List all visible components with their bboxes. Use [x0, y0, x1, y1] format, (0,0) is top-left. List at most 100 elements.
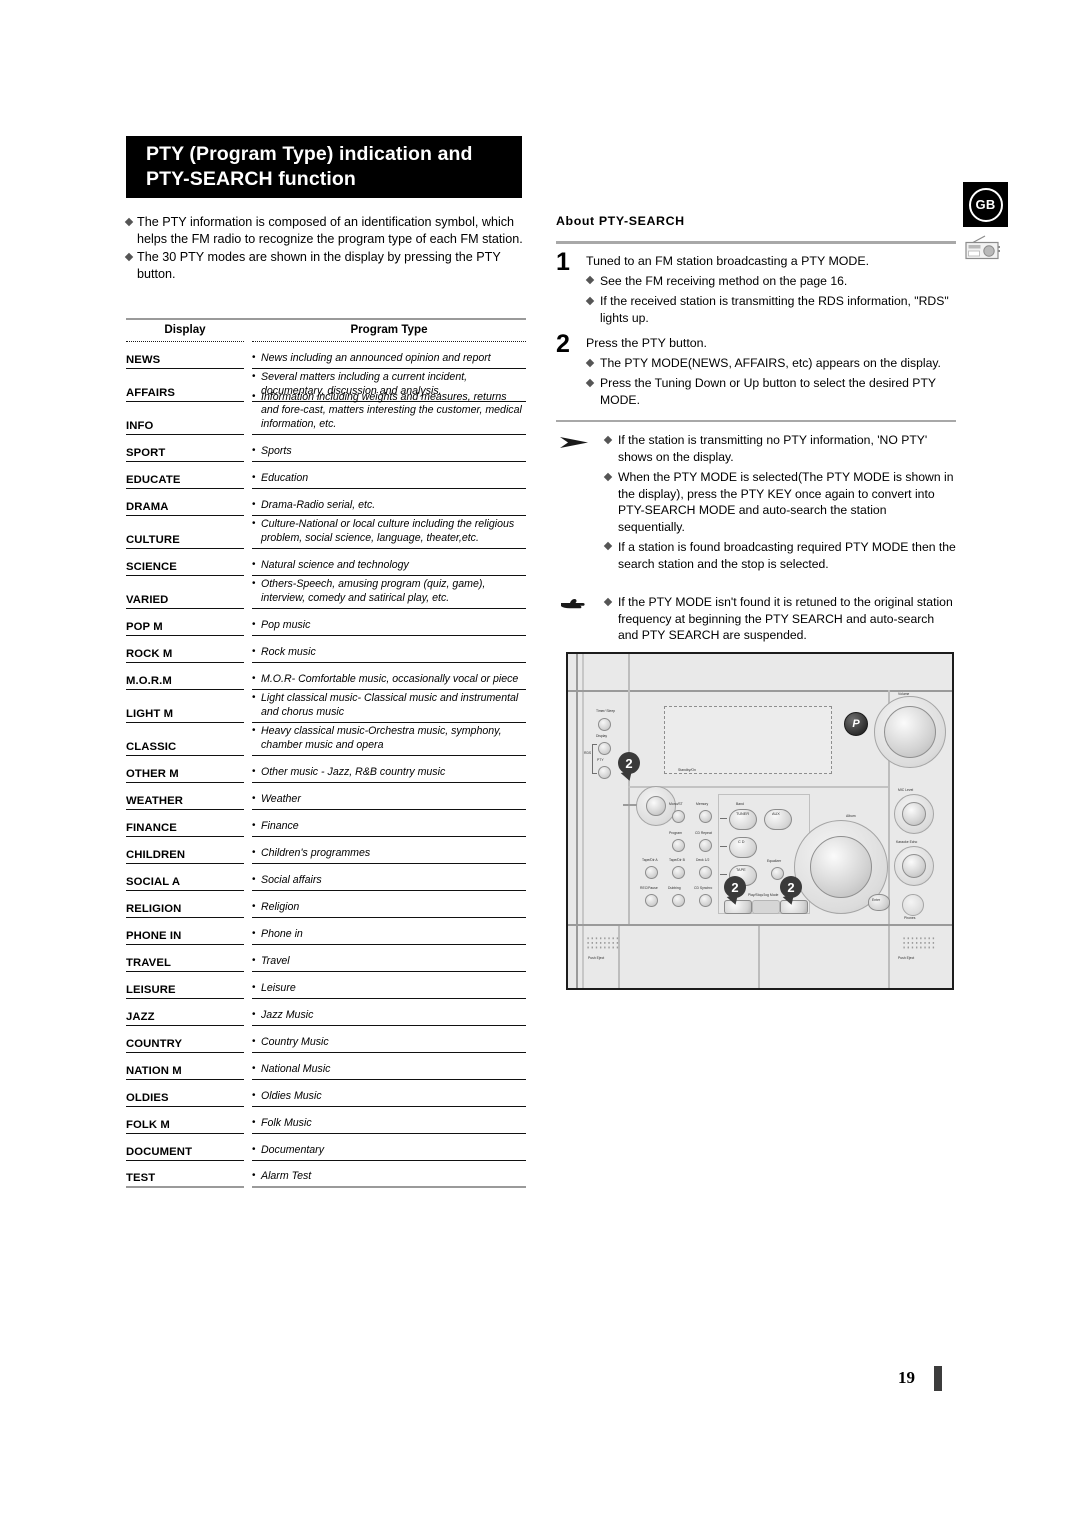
step-1: 1 Tuned to an FM station broadcasting a … [556, 248, 956, 326]
table-cell-program-type: Rock music [252, 636, 526, 663]
table-cell-display: WEATHER [126, 783, 244, 810]
device-button-dubbing[interactable] [672, 894, 685, 907]
intro-section: The PTY information is composed of an id… [124, 214, 528, 284]
note-block-arrow: If the station is transmitting no PTY in… [556, 432, 956, 572]
device-label-enter: Enter [872, 898, 881, 902]
table-cell-display: DOCUMENT [126, 1134, 244, 1161]
table-cell-display: LEISURE [126, 972, 244, 999]
device-button-enter[interactable] [868, 894, 890, 911]
table-header-program-type: Program Type [252, 317, 526, 337]
about-heading: About PTY-SEARCH [556, 214, 685, 228]
table-cell-program-type-text: News including an announced opinion and … [252, 351, 491, 365]
table-cell-display: TEST [126, 1161, 244, 1188]
table-cell-display: CLASSIC [126, 723, 244, 756]
locale-badge-gb: GB [963, 182, 1008, 227]
table-cell-program-type-text: M.O.R- Comfortable music, occasionally v… [252, 672, 518, 686]
table-cell-program-type-text: Jazz Music [252, 1008, 313, 1022]
page-title-line-1: PTY (Program Type) indication and [146, 143, 473, 165]
table-row: SOCIAL A Social affairs [126, 864, 526, 891]
table-cell-display: OTHER M [126, 756, 244, 783]
table-cell-program-type-text: Education [252, 471, 308, 485]
table-row: LEISURE Leisure [126, 972, 526, 999]
table-row: DRAMA Drama-Radio serial, etc. [126, 489, 526, 516]
device-label-volume: Volume [898, 692, 910, 696]
table-body: NEWS News including an announced opinion … [126, 342, 526, 1188]
table-cell-program-type: Education [252, 462, 526, 489]
table-cell-display: FOLK M [126, 1107, 244, 1134]
device-button-cd-repeat[interactable] [699, 839, 712, 852]
device-button-play-stop[interactable] [752, 900, 780, 914]
device-button-display[interactable] [598, 742, 611, 755]
table-cell-program-type-text: Drama-Radio serial, etc. [252, 498, 375, 512]
device-button-tape-a[interactable] [645, 866, 658, 879]
device-label-timer-sleep: Timer/ Sleep [596, 709, 616, 713]
device-button-memory[interactable] [699, 810, 712, 823]
table-cell-display: SOCIAL A [126, 864, 244, 891]
callout-pty-button: 2 [618, 752, 640, 774]
diamond-bullet-icon [603, 542, 613, 551]
device-button-rec-pause[interactable] [645, 894, 658, 907]
device-button-pty[interactable] [598, 766, 611, 779]
table-cell-program-type: Children's programmes [252, 837, 526, 864]
device-label-push-eject-left: Push Eject [588, 956, 605, 960]
table-row: NATION M National Music [126, 1053, 526, 1080]
table-cell-program-type-text: Social affairs [252, 873, 322, 887]
radio-icon [963, 234, 1003, 262]
device-button-deck-12[interactable] [699, 866, 712, 879]
device-label-deck-12: Deck 1/2 [696, 858, 710, 862]
device-button-tape-b[interactable] [672, 866, 685, 879]
table-cell-program-type: Oldies Music [252, 1080, 526, 1107]
table-cell-display: M.O.R.M [126, 663, 244, 690]
table-cell-program-type: Natural science and technology [252, 549, 526, 576]
table-cell-program-type: Other music - Jazz, R&B country music [252, 756, 526, 783]
step-1-bullet-text: If the received station is transmitting … [600, 294, 949, 325]
table-cell-display: SCIENCE [126, 549, 244, 576]
step-1-bullet-text: See the FM receiving method on the page … [600, 273, 848, 288]
diamond-bullet-icon [603, 435, 613, 445]
table-row: CHILDREN Children's programmes [126, 837, 526, 864]
device-button-cd-synchro[interactable] [699, 894, 712, 907]
table-cell-program-type-text: National Music [252, 1062, 330, 1076]
page-edge-marker [934, 1366, 942, 1391]
table-cell-program-type-text: Documentary [252, 1143, 324, 1157]
table-cell-display: AFFAIRS [126, 369, 244, 402]
table-cell-program-type-text: Leisure [252, 981, 296, 995]
table-cell-program-type: Documentary [252, 1134, 526, 1161]
device-button-equalizer[interactable] [771, 867, 784, 880]
table-row: OTHER M Other music - Jazz, R&B country m… [126, 756, 526, 783]
table-cell-display: OLDIES [126, 1080, 244, 1107]
table-header-row: Display Program Type [126, 317, 526, 337]
step-2-bullet-text: Press the Tuning Down or Up button to se… [600, 376, 936, 407]
step-2-bullet: The PTY MODE(NEWS, AFFAIRS, etc) appears… [585, 355, 956, 372]
note-bullet-text: If a station is found broadcasting requi… [618, 539, 956, 571]
table-row: CLASSIC Heavy classical music-Orchestra m… [126, 723, 526, 756]
step-2-number: 2 [556, 330, 570, 359]
device-label-dubbing: Dubbing [668, 886, 681, 890]
note-bullet: If the station is transmitting no PTY in… [603, 432, 956, 465]
page-title-line-2: PTY-SEARCH function [146, 168, 356, 190]
table-cell-program-type-text: Oldies Music [252, 1089, 322, 1103]
device-phones-jack[interactable] [902, 894, 924, 916]
diamond-bullet-icon [603, 472, 613, 481]
device-button-program[interactable] [672, 839, 685, 852]
diamond-bullet-icon [124, 217, 134, 226]
table-cell-program-type: National Music [252, 1053, 526, 1080]
diamond-bullet-icon [124, 252, 134, 261]
table-cell-program-type: News including an announced opinion and … [252, 342, 526, 369]
table-row: VARIED Others-Speech, amusing program (qu… [126, 576, 526, 609]
table-cell-program-type: Folk Music [252, 1107, 526, 1134]
device-label-cd-repeat: CD Repeat [695, 831, 712, 835]
arrow-note-icon [558, 434, 592, 452]
device-button-timer-sleep[interactable] [598, 718, 611, 731]
table-row: OLDIES Oldies Music [126, 1080, 526, 1107]
device-button-mono-st[interactable] [672, 810, 685, 823]
table-cell-program-type: Information including weights and measur… [252, 390, 526, 435]
table-row: CULTURE Culture-National or local culture… [126, 516, 526, 549]
table-cell-program-type-text: Finance [252, 819, 299, 833]
device-label-mono-st: Mono/ST [669, 802, 683, 806]
device-label-memory: Memory [696, 802, 709, 806]
step-2-bullet: Press the Tuning Down or Up button to se… [585, 375, 956, 408]
table-header-display: Display [164, 323, 206, 336]
device-label-play-stop: Play/Stop/Jog Mode [748, 893, 779, 897]
table-cell-program-type-text: Rock music [252, 645, 316, 659]
